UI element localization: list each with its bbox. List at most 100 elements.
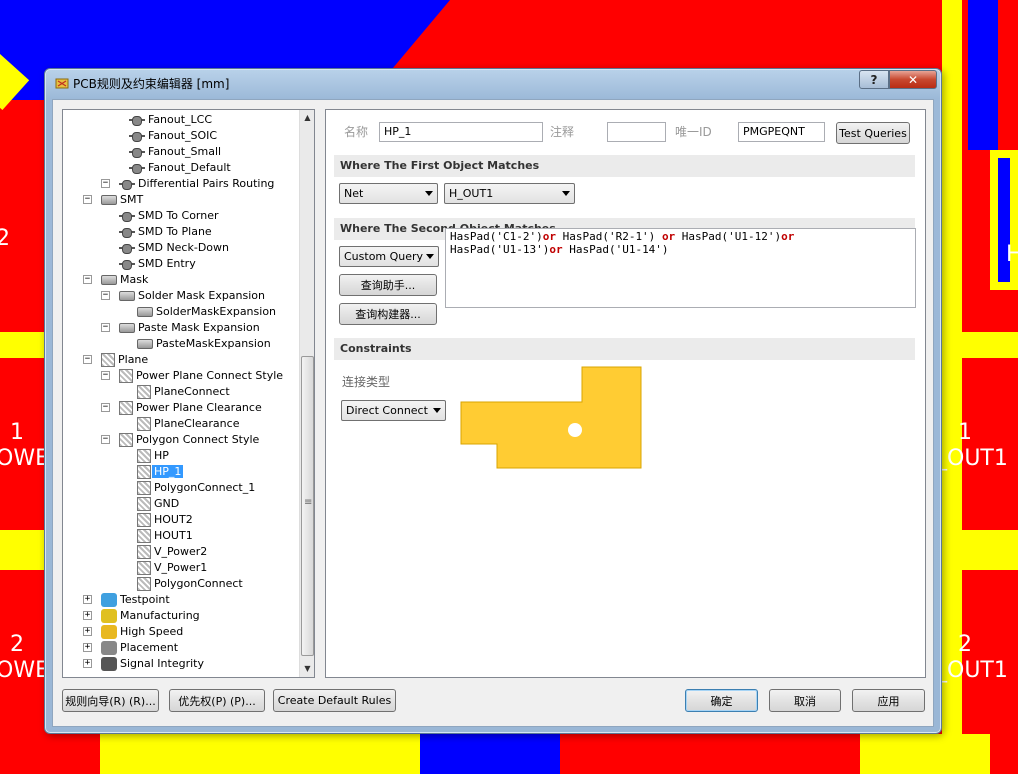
query-builder-button[interactable]: 查询构建器... <box>339 303 437 325</box>
collapse-icon[interactable]: − <box>101 323 110 332</box>
apply-button[interactable]: 应用 <box>852 689 925 712</box>
tree-item[interactable]: HP <box>137 448 169 464</box>
tree-item[interactable]: − Solder Mask Expansion <box>101 288 266 304</box>
tree-item[interactable]: + Signal Integrity <box>83 656 204 672</box>
collapse-icon[interactable]: − <box>83 195 92 204</box>
tree-item[interactable]: + Testpoint <box>83 592 170 608</box>
yellow-trace <box>0 530 44 570</box>
uid-field[interactable]: PMGPEQNT <box>738 122 825 142</box>
collapse-icon[interactable]: − <box>101 371 110 380</box>
tree-item[interactable]: Fanout_Default <box>129 160 231 176</box>
priority-button[interactable]: 优先权(P) (P)... <box>169 689 265 712</box>
collapse-icon[interactable]: − <box>83 355 92 364</box>
scrollbar-thumb[interactable] <box>301 356 314 656</box>
tree-item-label: Testpoint <box>120 593 170 606</box>
tree-item[interactable]: SolderMaskExpansion <box>137 304 276 320</box>
tree-item-label: Solder Mask Expansion <box>138 289 266 302</box>
collapse-icon[interactable]: − <box>101 403 110 412</box>
rule-icon <box>129 148 145 158</box>
tree-item[interactable]: SMD Entry <box>119 256 196 272</box>
rule-wizard-button[interactable]: 规则向导(R) (R)... <box>62 689 159 712</box>
tree-item[interactable]: + Placement <box>83 640 178 656</box>
tree-item[interactable]: PlaneConnect <box>137 384 230 400</box>
tree-item[interactable]: − Differential Pairs Routing <box>101 176 274 192</box>
tree-item[interactable]: PasteMaskExpansion <box>137 336 271 352</box>
tree-item[interactable]: − Mask <box>83 272 148 288</box>
test-queries-button[interactable]: Test Queries <box>836 122 910 144</box>
plane-rule-icon <box>119 401 133 415</box>
pcb-label: H <box>1006 242 1018 267</box>
pad-hole <box>568 423 582 437</box>
tree-item[interactable]: HP_1 <box>137 464 184 480</box>
help-button[interactable]: ? <box>859 70 889 89</box>
tree-item[interactable]: SMD Neck-Down <box>119 240 229 256</box>
tree-item-label: PasteMaskExpansion <box>156 337 271 350</box>
expand-icon[interactable]: + <box>83 611 92 620</box>
direct-connect-diagram <box>460 366 642 469</box>
title-bar[interactable]: PCB规则及约束编辑器 [mm] ? ✕ <box>45 69 941 97</box>
expand-icon[interactable]: + <box>83 659 92 668</box>
tree-item[interactable]: − Paste Mask Expansion <box>101 320 260 336</box>
scroll-up-icon[interactable]: ▲ <box>300 110 314 126</box>
tree-item[interactable]: HOUT1 <box>137 528 193 544</box>
tree-item[interactable]: − SMT <box>83 192 143 208</box>
expand-icon[interactable]: + <box>83 595 92 604</box>
tree-item-label: V_Power2 <box>154 545 208 558</box>
close-button[interactable]: ✕ <box>889 70 937 89</box>
first-match-type-select[interactable]: Net <box>339 183 438 204</box>
tree-item[interactable]: Fanout_LCC <box>129 112 212 128</box>
tree-item[interactable]: SMD To Corner <box>119 208 219 224</box>
query-line: HasPad('U1-13')or HasPad('U1-14') <box>450 243 911 256</box>
dialog-button-bar: 规则向导(R) (R)... 优先权(P) (P)... Create Defa… <box>62 689 926 719</box>
plane-rule-icon <box>137 577 151 591</box>
tree-item-label: Polygon Connect Style <box>136 433 260 446</box>
plane-rule-icon <box>119 369 133 383</box>
tree-item[interactable]: V_Power2 <box>137 544 207 560</box>
pcb-label: 2 <box>10 632 24 657</box>
tree-item[interactable]: − Plane <box>83 352 148 368</box>
name-field[interactable]: HP_1 <box>379 122 543 142</box>
tree-item[interactable]: PolygonConnect <box>137 576 243 592</box>
collapse-icon[interactable]: − <box>83 275 92 284</box>
connect-type-select[interactable]: Direct Connect <box>341 400 446 421</box>
ok-button[interactable]: 确定 <box>685 689 758 712</box>
collapse-icon[interactable]: − <box>101 435 110 444</box>
tree-item-label: Manufacturing <box>120 609 200 622</box>
tree-item[interactable]: + Manufacturing <box>83 608 200 624</box>
tree-item[interactable]: − Power Plane Clearance <box>101 400 262 416</box>
constraints-header: Constraints <box>334 338 915 360</box>
tree-item[interactable]: − Polygon Connect Style <box>101 432 260 448</box>
collapse-icon[interactable]: − <box>101 179 110 188</box>
tree-vertical-scrollbar[interactable]: ▲ ▼ <box>299 110 314 677</box>
first-match-value-select[interactable]: H_OUT1 <box>444 183 575 204</box>
comment-field[interactable] <box>607 122 666 142</box>
category-icon <box>101 195 117 205</box>
tree-item[interactable]: PolygonConnect_1 <box>137 480 255 496</box>
expand-icon[interactable]: + <box>83 627 92 636</box>
scroll-down-icon[interactable]: ▼ <box>300 661 314 677</box>
chevron-down-icon <box>562 191 570 196</box>
tree-item[interactable]: PlaneClearance <box>137 416 239 432</box>
tree-item[interactable]: Fanout_SOIC <box>129 128 217 144</box>
tree-item[interactable]: HOUT2 <box>137 512 193 528</box>
plane-rule-icon <box>137 481 151 495</box>
category-icon <box>119 291 135 301</box>
tree-item-label: Fanout_Default <box>148 161 231 174</box>
tree-item[interactable]: GND <box>137 496 179 512</box>
tree-item[interactable]: V_Power1 <box>137 560 207 576</box>
custom-query-editor[interactable]: HasPad('C1-2')or HasPad('R2-1') or HasPa… <box>445 228 916 308</box>
query-helper-button[interactable]: 查询助手... <box>339 274 437 296</box>
tree-item[interactable]: + High Speed <box>83 624 183 640</box>
second-match-type-select[interactable]: Custom Query <box>339 246 439 267</box>
category-icon <box>101 593 117 607</box>
tree-item[interactable]: − Power Plane Connect Style <box>101 368 283 384</box>
create-default-rules-button[interactable]: Create Default Rules <box>273 689 396 712</box>
pcb-label: 1 <box>958 420 972 445</box>
tree-item[interactable]: Fanout_Small <box>129 144 221 160</box>
cancel-button[interactable]: 取消 <box>769 689 841 712</box>
expand-icon[interactable]: + <box>83 643 92 652</box>
collapse-icon[interactable]: − <box>101 291 110 300</box>
tree-item[interactable]: SMD To Plane <box>119 224 212 240</box>
tree-item-label: PolygonConnect <box>154 577 243 590</box>
connect-type-label: 连接类型 <box>342 375 391 389</box>
